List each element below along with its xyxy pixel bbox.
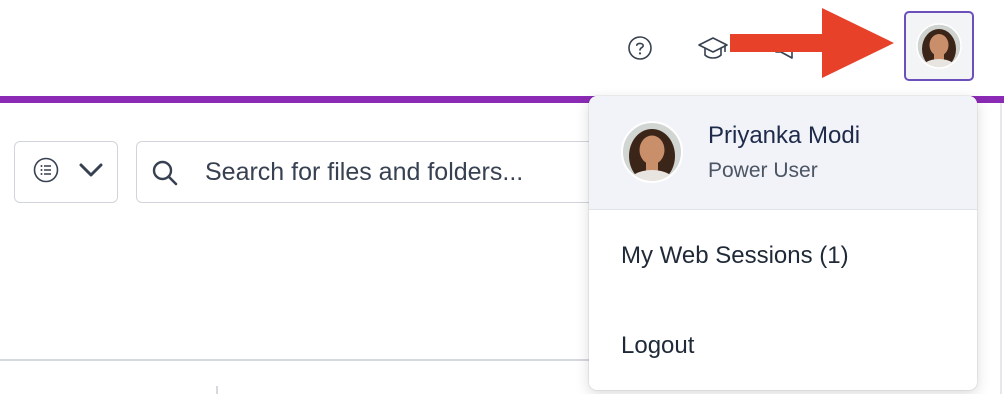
search-input[interactable]: Search for files and folders... [136,141,596,203]
view-mode-dropdown[interactable] [14,141,118,203]
user-dropdown-menu: Priyanka Modi Power User My Web Sessions… [589,96,977,390]
chevron-down-icon [79,162,103,183]
column-divider [216,386,218,394]
user-role: Power User [708,159,818,182]
avatar [621,121,683,183]
search-icon [151,159,179,192]
annotation-arrow-icon [730,8,894,78]
menu-item-logout[interactable]: Logout [589,316,977,376]
search-placeholder: Search for files and folders... [205,158,524,186]
menu-item-web-sessions[interactable]: My Web Sessions (1) [589,226,977,286]
content-divider [0,359,590,361]
avatar [916,23,962,69]
right-divider [1000,103,1002,394]
list-icon [33,157,59,188]
graduation-cap-icon[interactable] [695,30,731,66]
help-icon[interactable] [622,30,658,66]
user-name: Priyanka Modi [708,122,861,149]
user-avatar-button[interactable] [904,11,974,81]
user-profile-header: Priyanka Modi Power User [589,96,977,210]
top-header [0,0,1004,96]
